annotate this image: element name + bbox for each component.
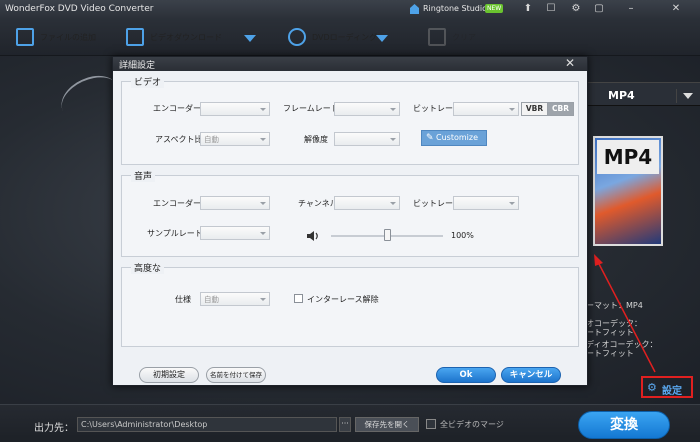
settings-button[interactable]: ⚙ 設定: [641, 376, 693, 398]
clear-label: クリア: [452, 33, 476, 42]
advanced-group-title: 高度な: [131, 261, 165, 274]
ringtone-studio-icon[interactable]: [410, 4, 419, 14]
minimize-button[interactable]: –: [621, 1, 641, 17]
output-path-field[interactable]: C:\Users\Administrator\Desktop: [77, 417, 337, 432]
title-bar: WonderFox DVD Video Converter Ringtone S…: [0, 0, 700, 18]
aspect-ratio-select[interactable]: 自動: [200, 132, 270, 146]
video-encoder-label: エンコーダー: [153, 104, 201, 113]
chevron-down-icon[interactable]: [244, 35, 256, 42]
video-codec-value: ートフィット: [586, 328, 634, 337]
sample-rate-label: サンプルレート: [147, 229, 203, 238]
spec-label: 仕様: [175, 295, 191, 304]
trash-icon: [428, 28, 446, 46]
close-window-button[interactable]: ✕: [666, 1, 686, 17]
video-bitrate-select[interactable]: [453, 102, 519, 116]
video-download-button[interactable]: ビデオダウンロード: [126, 28, 266, 48]
resolution-select[interactable]: [334, 132, 400, 146]
dialog-close-button[interactable]: ✕: [565, 56, 575, 70]
customize-label: Customize: [436, 133, 478, 142]
merge-checkbox[interactable]: [426, 419, 436, 429]
add-files-button[interactable]: ファイルの追加: [16, 28, 116, 48]
gear-icon: ⚙: [647, 381, 657, 394]
cancel-button[interactable]: キャンセル: [501, 367, 561, 383]
vbr-toggle[interactable]: VBR: [521, 102, 548, 116]
format-dropdown[interactable]: [676, 89, 698, 103]
dialog-title-bar: 詳細設定 ✕: [113, 56, 587, 71]
merge-label: 全ビデオのマージ: [440, 420, 504, 429]
settings-menu-icon[interactable]: ⚙: [566, 1, 586, 17]
format-info: ーマット：MP4: [586, 301, 643, 310]
open-folder-button[interactable]: 保存先を開く: [355, 417, 419, 432]
pencil-icon: ✎: [426, 133, 434, 143]
volume-slider-thumb[interactable]: [383, 229, 391, 241]
output-folder-label: 出力先：: [34, 423, 74, 434]
ringtone-studio-link[interactable]: Ringtone Studio: [423, 4, 487, 13]
video-encoder-select[interactable]: [200, 102, 270, 116]
download-icon: [126, 28, 144, 46]
chevron-down-icon[interactable]: [376, 35, 388, 42]
output-format-label: MP4: [608, 89, 635, 102]
reset-defaults-button[interactable]: 初期設定: [139, 367, 199, 383]
main-toolbar: ファイルの追加 ビデオダウンロード DVDローディング クリア: [0, 18, 700, 56]
message-icon[interactable]: ▢: [589, 1, 609, 17]
deinterlace-checkbox[interactable]: [294, 294, 303, 303]
sample-rate-select[interactable]: [200, 226, 270, 240]
convert-button[interactable]: 変換: [578, 411, 670, 439]
advanced-settings-group: [121, 267, 579, 347]
dvd-loading-button[interactable]: DVDローディング: [288, 28, 398, 48]
cbr-toggle[interactable]: CBR: [547, 102, 574, 116]
framerate-label: フレームレート: [283, 104, 339, 113]
dialog-title: 詳細設定: [119, 61, 156, 71]
audio-bitrate-select[interactable]: [453, 196, 519, 210]
audio-encoder-select[interactable]: [200, 196, 270, 210]
add-file-icon: [16, 28, 34, 46]
dvd-loading-label: DVDローディング: [312, 33, 378, 42]
bottom-bar: 出力先： C:\Users\Administrator\Desktop ··· …: [0, 404, 700, 442]
volume-value: 100%: [451, 231, 474, 240]
audio-encoder-label: エンコーダー: [153, 199, 201, 208]
output-format-panel: MP4 MP4 ーマット：MP4 オコーデック： ートフィット ディオコーデック…: [586, 78, 700, 404]
window-title: WonderFox DVD Video Converter: [5, 4, 154, 14]
customize-button[interactable]: ✎ Customize: [421, 130, 487, 146]
chevron-down-icon: [683, 93, 693, 99]
feedback-icon[interactable]: ☐: [541, 1, 561, 17]
deinterlace-label: インターレース解除: [307, 295, 379, 304]
video-download-label: ビデオダウンロード: [150, 33, 222, 42]
advanced-settings-dialog: 詳細設定 ✕ ビデオ エンコーダー フレームレート ビットレート VBR CBR…: [112, 56, 588, 386]
channel-label: チャンネル: [298, 199, 338, 208]
format-thumbnail[interactable]: MP4: [593, 136, 663, 246]
new-badge: NEW: [485, 4, 504, 13]
volume-icon[interactable]: [306, 230, 320, 242]
audio-settings-group: [121, 175, 579, 257]
browse-button[interactable]: ···: [339, 417, 351, 432]
video-settings-group: [121, 81, 579, 165]
framerate-select[interactable]: [334, 102, 400, 116]
save-as-button[interactable]: 名前を付けて保存: [206, 367, 266, 383]
settings-label: 設定: [662, 386, 682, 397]
add-files-label: ファイルの追加: [40, 33, 96, 42]
upload-icon[interactable]: ⬆: [518, 1, 538, 17]
spec-select[interactable]: 自動: [200, 292, 270, 306]
thumbnail-label: MP4: [597, 140, 659, 174]
channel-select[interactable]: [334, 196, 400, 210]
output-format-selector[interactable]: MP4: [586, 82, 700, 106]
aspect-ratio-label: アスペクト比: [155, 135, 203, 144]
ok-button[interactable]: Ok: [436, 367, 496, 383]
resolution-label: 解像度: [304, 135, 328, 144]
dvd-disc-icon: [288, 28, 306, 46]
video-group-title: ビデオ: [131, 75, 165, 88]
clear-button[interactable]: クリア: [428, 28, 488, 48]
audio-codec-value: ートフィット: [586, 349, 634, 358]
audio-group-title: 音声: [131, 169, 156, 182]
